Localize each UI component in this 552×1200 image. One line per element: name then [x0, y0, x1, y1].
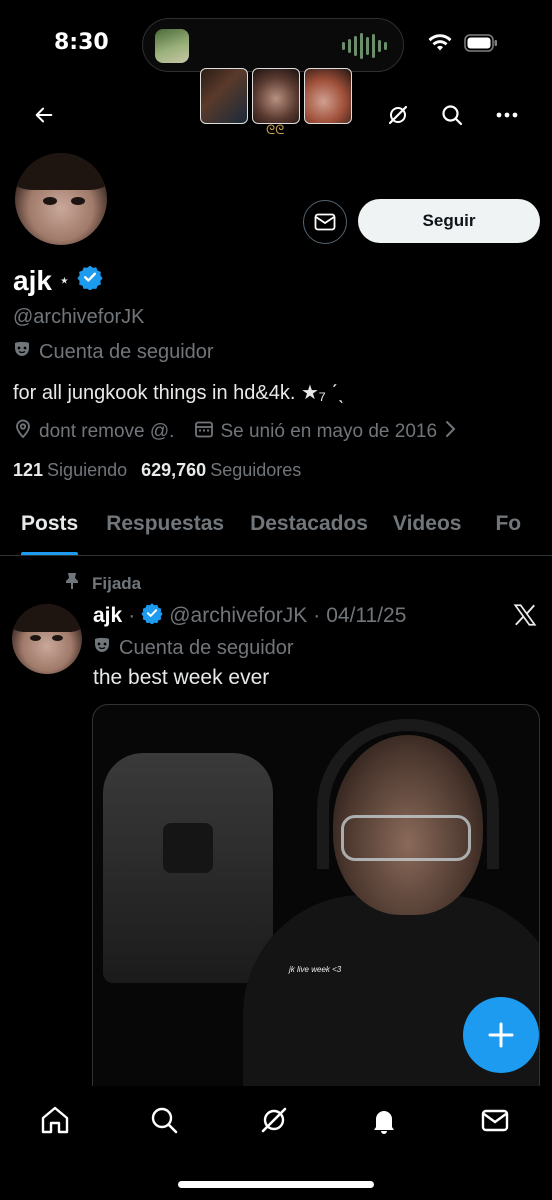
- pinned-label: Fijada: [92, 573, 142, 593]
- profile-tabs: Posts Respuestas Destacados Videos Fo: [0, 500, 552, 556]
- profile-display-name: ajk ⋆: [13, 264, 103, 297]
- back-button[interactable]: [24, 95, 64, 135]
- envelope-icon: [314, 213, 336, 231]
- search-icon: [151, 1107, 178, 1134]
- followers-count: 629,760: [141, 460, 207, 480]
- grok-icon: [261, 1107, 287, 1133]
- calendar-icon: [194, 419, 214, 445]
- status-time: 8:30: [54, 30, 109, 55]
- grok-button[interactable]: [378, 95, 418, 135]
- profile-handle: @archiveforJK: [13, 306, 145, 328]
- tweet-author-handle[interactable]: @archiveforJK: [169, 604, 307, 628]
- profile-avatar[interactable]: [12, 150, 110, 248]
- home-indicator[interactable]: [178, 1181, 374, 1188]
- display-name-text: ajk: [13, 264, 52, 296]
- tweet-date[interactable]: 04/11/25: [326, 604, 406, 628]
- ellipsis-icon: [496, 112, 518, 118]
- following-count: 121: [13, 460, 44, 480]
- search-button[interactable]: [432, 95, 472, 135]
- header-doodle: ᘓᘓ: [266, 122, 285, 137]
- header-thumbnail-strip: [200, 68, 352, 124]
- nav-notifications[interactable]: [364, 1100, 404, 1140]
- profile-stats: 121 Siguiendo 629,760 Seguidores: [13, 460, 301, 481]
- following-label: Siguiendo: [47, 460, 128, 480]
- bell-icon: [374, 1111, 394, 1134]
- tweet-account-type: Cuenta de seguidor: [93, 636, 294, 660]
- media-caption: jk live week <3: [289, 965, 342, 974]
- x-logo-icon: [512, 602, 538, 633]
- tab-posts[interactable]: Posts: [21, 500, 79, 555]
- tweet-author-name[interactable]: ajk: [93, 604, 122, 628]
- profile-joined-date: Se unió en mayo de 2016: [220, 421, 438, 442]
- nav-grok[interactable]: [254, 1100, 294, 1140]
- tab-videos[interactable]: Videos: [393, 500, 461, 555]
- tab-photos[interactable]: Fo: [495, 500, 521, 555]
- home-icon: [41, 1106, 69, 1134]
- pinned-indicator: Fijada: [64, 572, 141, 595]
- following-link[interactable]: 121 Siguiendo: [13, 460, 127, 481]
- verified-badge-icon: [141, 602, 163, 630]
- tab-replies[interactable]: Respuestas: [106, 500, 224, 555]
- header-thumbnail: [252, 68, 300, 124]
- battery-icon: [464, 34, 498, 57]
- parody-mask-icon: [93, 636, 111, 660]
- more-options-button[interactable]: [487, 95, 527, 135]
- followers-label: Seguidores: [210, 460, 302, 480]
- pin-icon: [64, 572, 80, 595]
- header-thumbnail: [304, 68, 352, 124]
- profile-location: dont remove @.: [39, 421, 175, 442]
- audio-waveform-icon: [342, 33, 387, 59]
- wifi-icon: [428, 34, 452, 57]
- plus-icon: [488, 1022, 514, 1048]
- now-playing-artwork: [155, 29, 189, 63]
- chevron-right-icon[interactable]: [443, 419, 457, 445]
- account-type-text: Cuenta de seguidor: [39, 340, 214, 363]
- profile-meta: dont remove @. Se unió en mayo de 2016: [13, 419, 457, 445]
- parody-mask-icon: [13, 340, 31, 364]
- follow-button[interactable]: Seguir: [358, 199, 540, 243]
- message-button[interactable]: [303, 200, 347, 244]
- followers-link[interactable]: 629,760 Seguidores: [141, 460, 301, 481]
- arrow-left-icon: [35, 107, 53, 123]
- nav-search[interactable]: [144, 1100, 184, 1140]
- tweet-text: the best week ever: [93, 666, 270, 689]
- tab-highlights[interactable]: Destacados: [250, 500, 368, 555]
- nav-home[interactable]: [35, 1100, 75, 1140]
- grok-icon: [388, 105, 408, 125]
- tweet-author-avatar[interactable]: [12, 604, 82, 674]
- name-sparkle: ⋆: [59, 272, 69, 288]
- compose-post-button[interactable]: [463, 997, 539, 1073]
- envelope-icon: [481, 1109, 509, 1132]
- location-pin-icon: [13, 419, 33, 445]
- tweet-name-separator: ·: [128, 604, 136, 627]
- header-thumbnail: [200, 68, 248, 124]
- profile-bio: for all jungkook things in hd&4k. ★₇ ˊˎ: [13, 382, 345, 404]
- verified-badge-icon: [77, 264, 103, 297]
- nav-messages[interactable]: [475, 1100, 515, 1140]
- tweet-header: ajk · @archiveforJK · 04/11/25: [93, 602, 406, 630]
- tweet-account-type-text: Cuenta de seguidor: [119, 636, 294, 659]
- dynamic-island[interactable]: [142, 18, 404, 72]
- account-type-label: Cuenta de seguidor: [13, 340, 214, 364]
- tweet-date-separator: ·: [313, 604, 321, 627]
- search-icon: [442, 105, 463, 126]
